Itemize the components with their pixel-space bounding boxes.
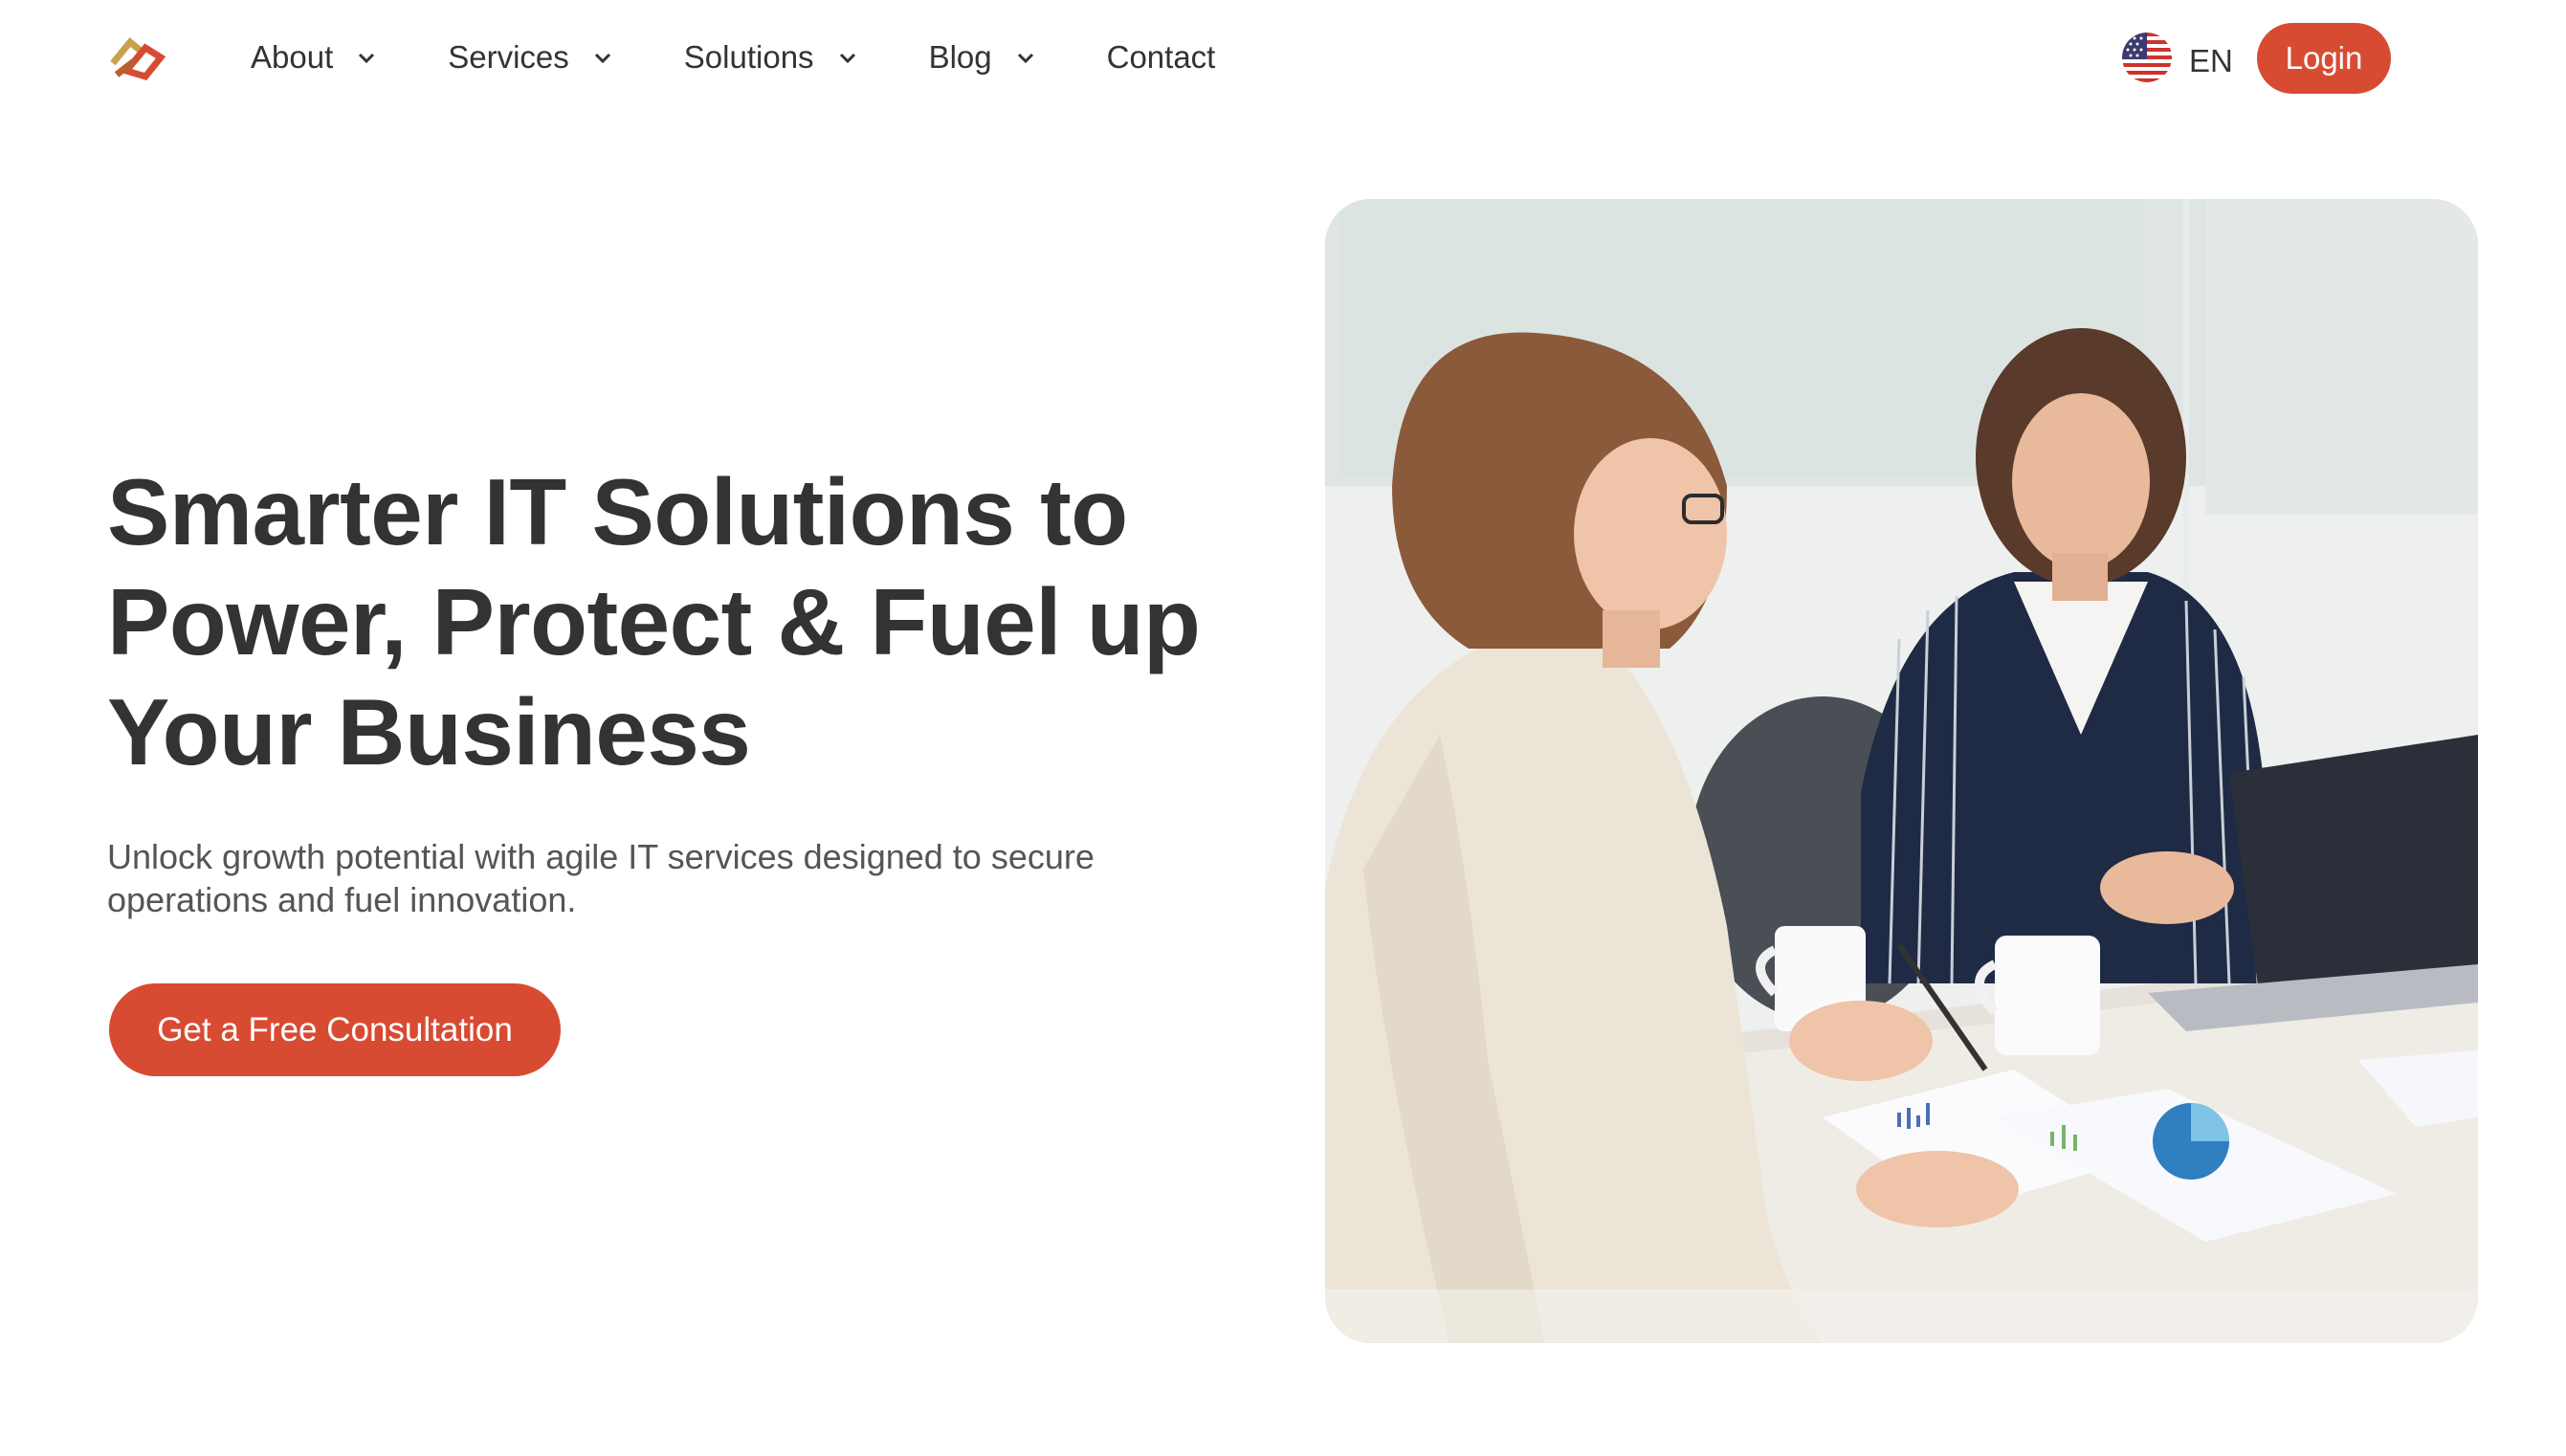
nav-item-label: About	[251, 39, 334, 75]
chevron-down-icon	[594, 53, 610, 64]
language-selector[interactable]: EN	[2122, 33, 2233, 82]
site-header: About Services Solutions Blog Contact EN…	[0, 0, 2566, 115]
free-consultation-button[interactable]: Get a Free Consultation	[109, 983, 561, 1076]
hero-subtitle: Unlock growth potential with agile IT se…	[107, 837, 1095, 919]
brand-logo-icon[interactable]	[107, 29, 174, 84]
nav-item-services[interactable]: Services	[448, 39, 613, 76]
chevron-down-icon	[359, 53, 375, 64]
us-flag-icon	[2122, 33, 2172, 82]
nav-item-blog[interactable]: Blog	[929, 39, 1036, 76]
office-meeting-photo	[1325, 199, 2478, 1343]
nav-item-solutions[interactable]: Solutions	[684, 39, 858, 76]
nav-item-label: Contact	[1106, 39, 1216, 75]
nav-item-label: Services	[448, 39, 569, 75]
main-nav: About Services Solutions Blog Contact	[251, 29, 1215, 86]
chevron-down-icon	[1017, 53, 1033, 64]
chevron-down-icon	[839, 53, 855, 64]
nav-item-about[interactable]: About	[251, 39, 377, 76]
language-label: EN	[2189, 43, 2233, 78]
nav-item-label: Solutions	[683, 39, 814, 75]
nav-item-contact[interactable]: Contact	[1107, 39, 1216, 76]
login-button[interactable]: Login	[2257, 23, 2391, 94]
nav-item-label: Blog	[928, 39, 992, 75]
hero-title: Smarter IT Solutions to Power, Protect &…	[107, 459, 1201, 784]
